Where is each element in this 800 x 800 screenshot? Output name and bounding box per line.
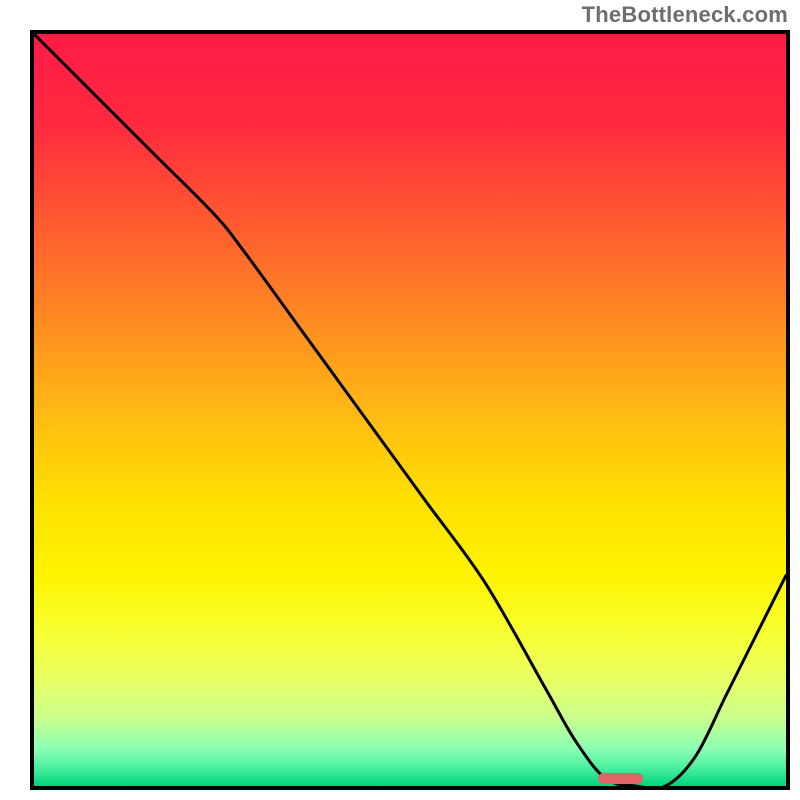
plot-frame: [30, 30, 790, 790]
curve-layer: [34, 34, 786, 786]
chart-canvas: TheBottleneck.com: [0, 0, 800, 800]
optimal-range-marker: [598, 773, 643, 784]
watermark-text: TheBottleneck.com: [582, 2, 788, 28]
bottleneck-curve: [34, 34, 786, 786]
